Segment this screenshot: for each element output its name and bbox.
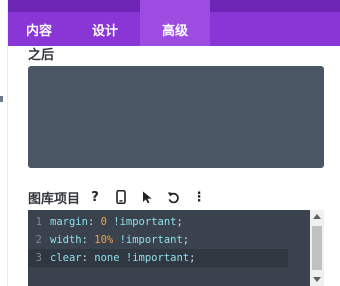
help-icon[interactable]: ? <box>84 186 106 208</box>
more-options-icon[interactable]: ⋮ <box>188 186 210 208</box>
editor-scrollbar[interactable] <box>310 210 324 286</box>
code-line: 2 width: 10% !important; <box>28 231 310 249</box>
tab-content[interactable]: 内容 <box>8 0 70 46</box>
tab-advanced-label: 高级 <box>161 23 188 39</box>
scroll-up-arrow[interactable] <box>313 214 321 219</box>
cursor-icon[interactable] <box>136 186 158 208</box>
line-number: 1 <box>35 216 42 228</box>
mobile-icon[interactable] <box>110 186 132 208</box>
library-item-row: 图库项目 ? ⋮ <box>28 186 210 208</box>
css-property: margin <box>50 216 88 228</box>
tab-design-label: 设计 <box>91 23 118 39</box>
css-value: 10% <box>94 234 114 246</box>
css-semicolon: ; <box>176 216 183 228</box>
css-semicolon: ; <box>189 252 196 264</box>
css-value: none <box>94 252 120 264</box>
tab-bar: 内容 设计 高级 <box>8 0 340 46</box>
after-label: 之后 <box>28 48 55 63</box>
css-property: width <box>50 234 82 246</box>
page-edge <box>0 0 8 286</box>
css-semicolon: ; <box>182 234 190 246</box>
css-important: !important <box>113 216 177 228</box>
css-important: !important <box>119 234 183 246</box>
settings-panel: 内容 设计 高级 之后 图库项目 ? ⋮ 1 margin: 0 !impor… <box>8 0 340 286</box>
after-textarea[interactable] <box>28 66 324 168</box>
css-property: clear <box>50 252 82 264</box>
line-number: 3 <box>35 252 42 264</box>
css-code-editor[interactable]: 1 margin: 0 !important; 2 width: 10% !im… <box>28 210 324 286</box>
code-line-active: 3 clear: none !important; <box>28 249 288 267</box>
line-number: 2 <box>35 234 42 246</box>
edge-marker <box>0 96 3 102</box>
css-important: !important <box>125 252 190 264</box>
library-item-label: 图库项目 <box>28 191 81 207</box>
scroll-down-arrow[interactable] <box>313 277 321 282</box>
undo-icon[interactable] <box>162 186 184 208</box>
tab-design[interactable]: 设计 <box>70 0 140 46</box>
tab-advanced[interactable]: 高级 <box>140 0 210 46</box>
tab-content-label: 内容 <box>25 23 52 39</box>
code-line: 1 margin: 0 !important; <box>28 213 310 231</box>
scroll-thumb[interactable] <box>312 226 322 270</box>
